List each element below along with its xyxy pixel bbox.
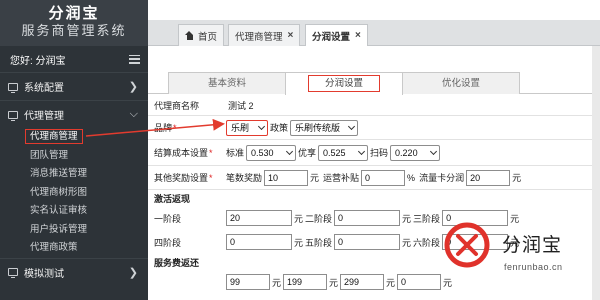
subsidy-input[interactable]: 0 bbox=[361, 169, 406, 186]
settlement-cost-row: 结算成本设置* 标准 0.530 优享 0.525 扫码 0.220 bbox=[148, 140, 592, 166]
sidebar-section-system-config[interactable]: 系统配置 ❯ bbox=[0, 72, 148, 100]
stage-5-unit: 元 bbox=[402, 237, 412, 248]
stage-5-input[interactable]: 0 bbox=[334, 234, 401, 250]
stage-3-label: 三阶段 bbox=[413, 213, 441, 224]
monitor-icon bbox=[8, 268, 18, 278]
stage-6-label: 六阶段 bbox=[413, 237, 441, 248]
tab-label: 首页 bbox=[198, 31, 218, 43]
menu-toggle-icon[interactable] bbox=[129, 54, 140, 64]
agent-submenu: 代理商管理 团队管理 消息推送管理 代理商树形图 实名认证审核 用户投诉管理 代… bbox=[0, 128, 148, 258]
sidebar-section-agent-management[interactable]: 代理管理 ⌵ bbox=[0, 100, 148, 128]
subsidy-label: 运营补贴 bbox=[323, 173, 360, 183]
monitor-icon bbox=[8, 110, 18, 121]
watermark-url: fenrunbao.cn bbox=[504, 262, 563, 272]
agent-name-label: 代理商名称 bbox=[154, 101, 200, 111]
standard-select[interactable]: 0.530 bbox=[246, 144, 297, 161]
deal-reward-input[interactable]: 10 bbox=[264, 169, 309, 186]
tab-label: 代理商管理 bbox=[235, 31, 283, 43]
scan-label: 扫码 bbox=[370, 148, 389, 158]
brand-row: 品牌* 乐刷 政策 乐刷传统版 bbox=[148, 116, 592, 140]
sidebar: 分润宝 服务商管理系统 您好: 分润宝 系统配置 ❯ 代理管理 ⌵ 代理商管理 … bbox=[0, 0, 148, 300]
brand-header: 分润宝 服务商管理系统 bbox=[0, 0, 148, 46]
close-icon[interactable]: × bbox=[355, 30, 361, 41]
watermark-brand-name: 分润宝 bbox=[502, 235, 563, 256]
stage-2-input[interactable]: 0 bbox=[334, 210, 401, 226]
stage-4-label: 四阶段 bbox=[154, 237, 182, 248]
stage-4-unit: 元 bbox=[294, 237, 304, 248]
tab-optimization[interactable]: 优化设置 bbox=[402, 72, 520, 94]
watermark: 分润宝 fenrunbao.cn bbox=[444, 218, 592, 282]
stage-1-label: 一阶段 bbox=[154, 213, 182, 224]
stage-1-input[interactable]: 20 bbox=[226, 210, 292, 226]
scan-select[interactable]: 0.220 bbox=[390, 144, 441, 161]
close-icon[interactable]: × bbox=[288, 30, 294, 41]
greeting-text: 您好: 分润宝 bbox=[10, 55, 66, 67]
tab-label: 分润设置 bbox=[312, 31, 351, 43]
other-rewards-label: 其他奖励设置* bbox=[154, 173, 213, 183]
service-fee-3-input[interactable]: 299 bbox=[340, 274, 385, 290]
tab-profit-share[interactable]: 分润设置 bbox=[285, 72, 403, 95]
brand-subtitle: 服务商管理系统 bbox=[21, 23, 127, 38]
home-icon bbox=[185, 31, 194, 40]
sidebar-item-team-management[interactable]: 团队管理 bbox=[0, 147, 148, 166]
sidebar-item-agent-management[interactable]: 代理商管理 bbox=[0, 128, 148, 147]
policy-select[interactable]: 乐刷传统版 bbox=[290, 119, 359, 136]
service-fee-1-unit: 元 bbox=[272, 277, 282, 288]
sidebar-item-realname-review[interactable]: 实名认证审核 bbox=[0, 202, 148, 221]
deal-reward-unit: 元 bbox=[310, 173, 320, 183]
stage-4-input[interactable]: 0 bbox=[226, 234, 292, 250]
section-label: 模拟测试 bbox=[24, 268, 64, 280]
service-fee-2-unit: 元 bbox=[329, 277, 339, 288]
flow-card-unit: 元 bbox=[512, 173, 522, 183]
section-label: 代理管理 bbox=[24, 111, 64, 122]
tab-agent-management[interactable]: 代理商管理 × bbox=[228, 24, 301, 46]
sidebar-item-complaints[interactable]: 用户投诉管理 bbox=[0, 221, 148, 240]
chevron-down-icon: ⌵ bbox=[129, 108, 138, 120]
stage-1-unit: 元 bbox=[294, 213, 304, 224]
settlement-cost-label: 结算成本设置* bbox=[154, 148, 213, 158]
service-fee-2-input[interactable]: 199 bbox=[283, 274, 328, 290]
brand-logo-icon bbox=[444, 222, 490, 268]
user-greeting: 您好: 分润宝 bbox=[0, 46, 148, 72]
monitor-icon bbox=[8, 82, 18, 93]
sidebar-section-simulation-test[interactable]: 模拟测试 ❯ bbox=[0, 257, 148, 286]
subsidy-unit: % bbox=[407, 172, 416, 183]
service-fee-1-input[interactable]: 99 bbox=[226, 274, 270, 290]
stage-5-label: 五阶段 bbox=[305, 237, 333, 248]
service-fee-3-unit: 元 bbox=[386, 277, 396, 288]
section-label: 系统配置 bbox=[24, 83, 64, 94]
tab-basic-info[interactable]: 基本资料 bbox=[168, 72, 286, 94]
chevron-right-icon: ❯ bbox=[128, 266, 138, 279]
tab-home[interactable]: 首页 bbox=[178, 24, 225, 46]
service-fee-4-input[interactable]: 0 bbox=[397, 274, 442, 290]
chevron-right-icon: ❯ bbox=[128, 81, 138, 93]
page-tab-bar: 首页 代理商管理 × 分润设置 × bbox=[148, 20, 600, 46]
content-tab-bar: 基本资料 分润设置 优化设置 bbox=[148, 72, 592, 95]
sidebar-item-message-push[interactable]: 消息推送管理 bbox=[0, 165, 148, 184]
brand-label: 品牌* bbox=[154, 123, 177, 133]
other-rewards-row: 其他奖励设置* 笔数奖励 10 元 运营补贴 0 % 流量卡分润 20 元 bbox=[148, 166, 592, 190]
scrollbar-track[interactable] bbox=[592, 46, 600, 300]
tab-profit-settings[interactable]: 分润设置 × bbox=[305, 24, 368, 46]
deal-reward-label: 笔数奖励 bbox=[226, 173, 263, 183]
stage-2-unit: 元 bbox=[402, 213, 412, 224]
standard-label: 标准 bbox=[226, 148, 245, 158]
preferred-label: 优享 bbox=[298, 148, 317, 158]
preferred-select[interactable]: 0.525 bbox=[318, 144, 369, 161]
activation-cashback-title: 激活返现 bbox=[154, 194, 191, 204]
flow-card-label: 流量卡分润 bbox=[419, 173, 465, 183]
agent-name-value: 测试 2 bbox=[228, 101, 254, 111]
brand-select[interactable]: 乐刷 bbox=[226, 119, 268, 136]
agent-name-row: 代理商名称 测试 2 bbox=[148, 96, 592, 116]
sidebar-item-agent-tree[interactable]: 代理商树形图 bbox=[0, 184, 148, 203]
policy-label: 政策 bbox=[270, 123, 289, 133]
brand-name: 分润宝 bbox=[48, 5, 100, 22]
stage-2-label: 二阶段 bbox=[305, 213, 333, 224]
flow-card-input[interactable]: 20 bbox=[466, 169, 511, 186]
sidebar-item-agent-policy[interactable]: 代理商政策 bbox=[0, 239, 148, 258]
